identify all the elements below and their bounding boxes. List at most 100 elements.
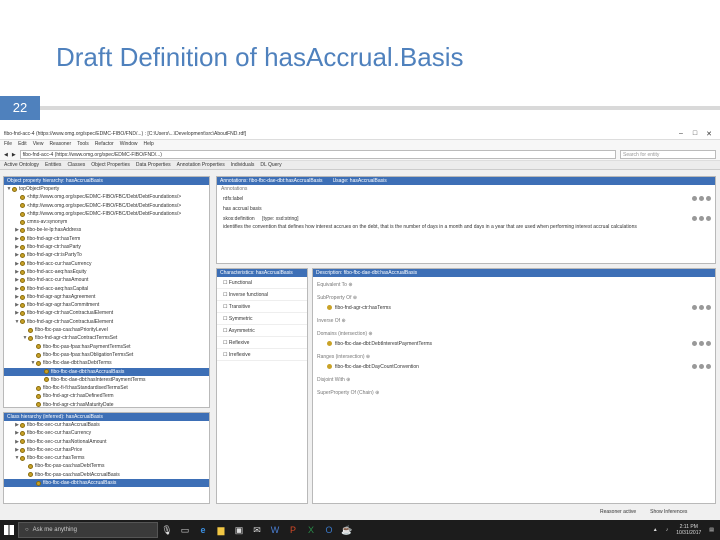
close-icon[interactable]: ✕: [702, 130, 716, 138]
tree-item[interactable]: fibo-fnd-agr-ctr:hasMaturityDate: [4, 401, 209, 407]
tree-item[interactable]: fibo-fbc-pas-caa:hasPriorityLevel: [4, 326, 209, 334]
tree-item[interactable]: ▼ fibo-fbc-dae-dbt:hasDebtTerms: [4, 359, 209, 367]
menu-window[interactable]: Window: [120, 141, 138, 148]
menu-tools[interactable]: Tools: [77, 141, 89, 148]
notifications-icon[interactable]: ▤: [709, 527, 714, 533]
windows-start-icon[interactable]: [0, 520, 18, 540]
java-icon[interactable]: ☕: [338, 520, 356, 540]
characteristic-asymmetric[interactable]: ☐ Asymmetric: [217, 325, 307, 337]
search-input[interactable]: Search for entity: [620, 150, 716, 159]
tree-item[interactable]: ▶ fibo-fnd-acc-cur:hasAmount: [4, 276, 209, 284]
volume-icon[interactable]: ♪: [666, 527, 669, 533]
tree-item-label: <http://www.omg.org/spec/EDMC-FIBO/FBC/D…: [27, 202, 182, 209]
tree-item[interactable]: ▼ fibo-fnd-agr-ctr:hasContractualElement: [4, 318, 209, 326]
tree-item[interactable]: ▼ topObjectProperty: [4, 185, 209, 193]
network-icon[interactable]: ▲: [653, 527, 658, 533]
menu-refactor[interactable]: Refactor: [95, 141, 114, 148]
tree-item[interactable]: <http://www.omg.org/spec/EDMC-FIBO/FBC/D…: [4, 193, 209, 201]
tree-item[interactable]: fibo-fnd-agr-ctr:hasDefinedTerm: [4, 392, 209, 400]
menu-file[interactable]: File: [4, 141, 12, 148]
taskbar-search[interactable]: ○ Ask me anything: [18, 522, 158, 538]
entry-edit-icons[interactable]: [692, 305, 711, 310]
task-view-icon[interactable]: ▭: [176, 520, 194, 540]
tree-item[interactable]: fibo-fbc-pas-fpas:hasObligationTermsSet: [4, 351, 209, 359]
tree-item[interactable]: ▼ fibo-fnd-agr-ctr:hasContractTermsSet: [4, 334, 209, 342]
edge-icon[interactable]: e: [194, 520, 212, 540]
annotation-row[interactable]: skos:definition [type: xsd:string]: [217, 214, 715, 224]
description-entry-label: fibo-fbc-dae-dbt:DebtInterestPaymentTerm…: [335, 341, 432, 347]
annotation-row[interactable]: rdfs:label: [217, 194, 715, 204]
characteristic-symmetric[interactable]: ☐ Symmetric: [217, 313, 307, 325]
tree-item[interactable]: fibo-fbc-fi-fi:hasStandardisedTermsSet: [4, 384, 209, 392]
tree-item[interactable]: fibo-fbc-dae-dbt:hasAccrualBasis: [4, 367, 209, 376]
menu-view[interactable]: View: [33, 141, 44, 148]
tree-item[interactable]: ▶ fibo-fnd-agr-ctr:hasParty: [4, 243, 209, 251]
tab-data-properties[interactable]: Data Properties: [136, 162, 171, 168]
tree-item[interactable]: ▶ fibo-fnd-agr-agr:hasAgreement: [4, 293, 209, 301]
tab-classes[interactable]: Classes: [67, 162, 85, 168]
mail-icon[interactable]: ✉: [248, 520, 266, 540]
entry-edit-icons[interactable]: [692, 341, 711, 346]
menu-edit[interactable]: Edit: [18, 141, 27, 148]
tree-item[interactable]: ▶ fibo-fnd-acc-aeq:hasCapital: [4, 285, 209, 293]
tree-item-label: fibo-fbc-dae-dbt:hasInterestPaymentTerms: [51, 376, 146, 383]
annotation-edit-icons[interactable]: [692, 216, 711, 221]
tab-annotation-properties[interactable]: Annotation Properties: [177, 162, 225, 168]
back-icon[interactable]: ◀: [4, 152, 8, 158]
tree-item[interactable]: ▶ fibo-fbc-sec-cur:hasPrice: [4, 446, 209, 454]
characteristic-reflexive[interactable]: ☐ Reflexive: [217, 337, 307, 349]
tab-entities[interactable]: Entities: [45, 162, 61, 168]
tree-item[interactable]: fibo-fbc-dae-dbt:hasInterestPaymentTerms: [4, 376, 209, 384]
file-explorer-icon[interactable]: ▆: [212, 520, 230, 540]
outlook-icon[interactable]: O: [320, 520, 338, 540]
tree-item[interactable]: <http://www.omg.org/spec/EDMC-FIBO/FBC/D…: [4, 210, 209, 218]
tree-item[interactable]: ▼ fibo-fbc-sec-cur:hasTerms: [4, 454, 209, 462]
tree-item[interactable]: ▶ fibo-fnd-agr-ctr:isPartyTo: [4, 251, 209, 259]
tree-item[interactable]: ▶ fibo-fnd-agr-agr:hasCommitment: [4, 301, 209, 309]
usage-tab[interactable]: Usage: hasAccrualBasis: [333, 177, 387, 185]
word-icon[interactable]: W: [266, 520, 284, 540]
tree-item[interactable]: ▶ fibo-fbc-sec-cur:hasNotionalAmount: [4, 438, 209, 446]
tab-active-ontology[interactable]: Active Ontology: [4, 162, 39, 168]
maximize-icon[interactable]: □: [688, 130, 702, 137]
show-inferences-toggle[interactable]: Show Inferences: [650, 509, 687, 515]
annotation-key: rdfs:label: [223, 196, 244, 202]
tree-item[interactable]: ▶ fibo-fnd-acc-cur:hasCurrency: [4, 260, 209, 268]
property-icon: [20, 277, 25, 283]
annotation-edit-icons[interactable]: [692, 196, 711, 201]
tree-item[interactable]: ▶ fibo-fnd-agr-ctr:hasContractualElement: [4, 309, 209, 317]
powerpoint-icon[interactable]: P: [284, 520, 302, 540]
tree-item[interactable]: fibo-fbc-pas-caa:hasDebtTerms: [4, 462, 209, 470]
tree-item[interactable]: ▶ fibo-fbc-sec-cur:hasAccrualBasis: [4, 421, 209, 429]
tree-item[interactable]: ▶ fibo-fnd-acc-aeq:hasEquity: [4, 268, 209, 276]
tab-dl-query[interactable]: DL Query: [260, 162, 281, 168]
description-entry[interactable]: fibo-fbc-dae-dbt:DebtInterestPaymentTerm…: [313, 339, 715, 349]
ontology-address[interactable]: fibo-fnd-acc-4 (https://www.omg.org/spec…: [19, 150, 616, 159]
store-icon[interactable]: ▣: [230, 520, 248, 540]
characteristic-irreflexive[interactable]: ☐ Irreflexive: [217, 349, 307, 361]
characteristic-inverse-functional[interactable]: ☐ Inverse functional: [217, 289, 307, 301]
entry-edit-icons[interactable]: [692, 364, 711, 369]
minimize-icon[interactable]: –: [674, 130, 688, 137]
tree-item[interactable]: ▶ fibo-fbc-sec-cur:hasCurrency: [4, 429, 209, 437]
tree-item[interactable]: cmns-av:synonym: [4, 218, 209, 226]
tree-item[interactable]: fibo-fbc-pas-fpas:hasPaymentTermsSet: [4, 343, 209, 351]
characteristic-transitive[interactable]: ☐ Transitive: [217, 301, 307, 313]
excel-icon[interactable]: X: [302, 520, 320, 540]
menu-reasoner[interactable]: Reasoner: [49, 141, 71, 148]
menu-help[interactable]: Help: [144, 141, 154, 148]
tab-individuals[interactable]: Individuals: [231, 162, 255, 168]
forward-icon[interactable]: ▶: [12, 152, 16, 158]
tab-object-properties[interactable]: Object Properties: [91, 162, 130, 168]
tree-item[interactable]: ▶ fibo-fnd-agr-ctr:hasTerm: [4, 235, 209, 243]
tree-item[interactable]: <http://www.omg.org/spec/EDMC-FIBO/FBC/D…: [4, 202, 209, 210]
description-entry[interactable]: fibo-fnd-agr-ctr:hasTerms: [313, 303, 715, 313]
microphone-icon[interactable]: 🎙: [158, 520, 176, 540]
tree-item[interactable]: fibo-fbc-dae-dbt:hasAccrualBasis: [4, 479, 209, 488]
tree-item[interactable]: ▶ fibo-be-le-lp:hasAddress: [4, 226, 209, 234]
description-entry[interactable]: fibo-fbc-dae-dbt:DayCountConvention: [313, 362, 715, 372]
characteristic-functional[interactable]: ☐ Functional: [217, 277, 307, 289]
annotations-tab[interactable]: Annotations: fibo-fbc-dae-dbt:hasAccrual…: [220, 177, 323, 185]
tree-item[interactable]: fibo-fbc-pas-caa:hasDebtAccrualBasis: [4, 471, 209, 479]
clock[interactable]: 2:11 PM 10/31/2017: [676, 524, 701, 536]
